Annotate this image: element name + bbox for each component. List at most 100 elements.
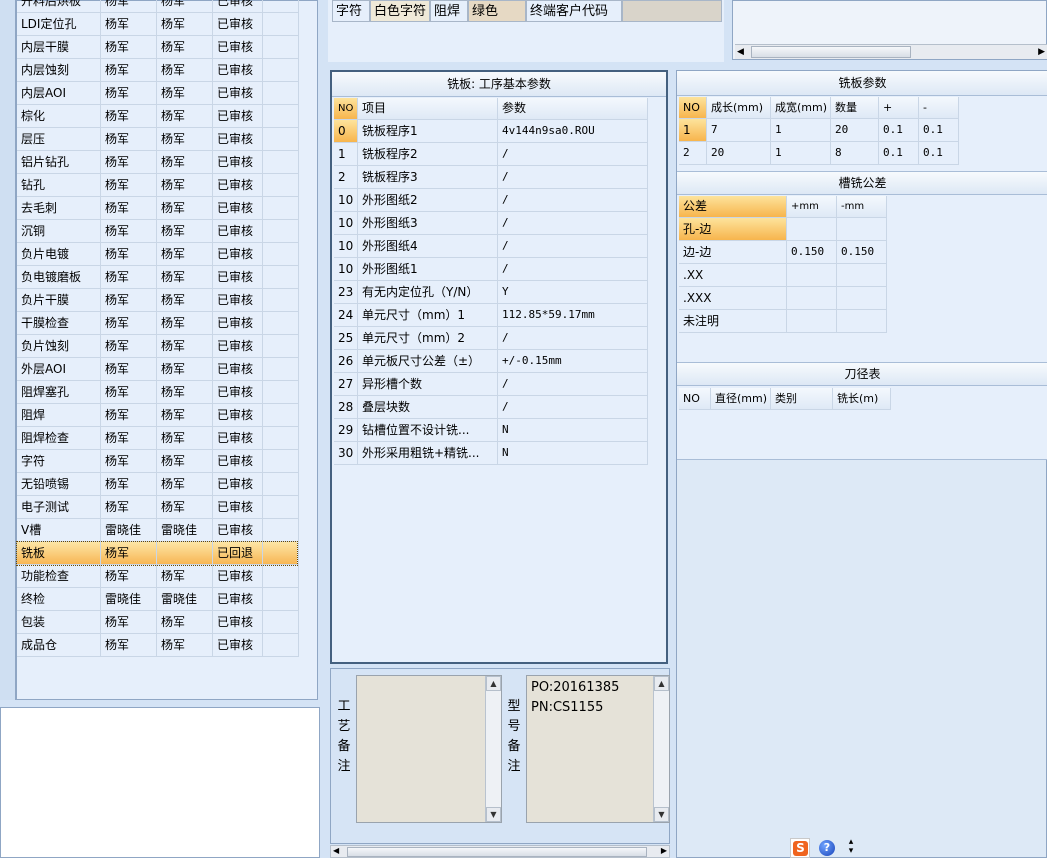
process-row[interactable]: 阻焊检查 杨军 杨军 已审核 — [17, 427, 299, 450]
process-row[interactable]: LDI定位孔 杨军 杨军 已审核 — [17, 13, 299, 36]
tolerance-cell[interactable] — [787, 287, 837, 310]
process-row[interactable]: 层压 杨军 杨军 已审核 — [17, 128, 299, 151]
header-param[interactable]: 参数 — [498, 98, 648, 120]
header-item[interactable]: 项目 — [358, 98, 498, 120]
tolerance-cell[interactable] — [837, 287, 887, 310]
process-row[interactable]: 去毛刺 杨军 杨军 已审核 — [17, 197, 299, 220]
tolerance-cell[interactable] — [837, 264, 887, 287]
sogou-ime-icon[interactable]: S — [790, 838, 810, 858]
process-row[interactable]: V槽 雷晓佳 雷晓佳 已审核 — [17, 519, 299, 542]
tolerance-header-cell[interactable]: +mm — [787, 196, 837, 218]
process-row[interactable]: 内层干膜 杨军 杨军 已审核 — [17, 36, 299, 59]
process-row[interactable]: 无铅喷锡 杨军 杨军 已审核 — [17, 473, 299, 496]
param-value-cell[interactable]: 112.85*59.17mm — [498, 304, 648, 327]
tolerance-header-cell[interactable]: 公差 — [679, 196, 787, 218]
milling-header-cell[interactable]: - — [919, 97, 959, 119]
param-row[interactable]: 24 单元尺寸（mm）1 112.85*59.17mm — [334, 304, 650, 327]
attribute-cell[interactable]: 阻焊 — [430, 0, 468, 22]
process-row[interactable]: 电子测试 杨军 杨军 已审核 — [17, 496, 299, 519]
param-row[interactable]: 10 外形图纸2/ — [334, 189, 650, 212]
param-row[interactable]: 27 异形槽个数 / — [334, 373, 650, 396]
milling-header-cell[interactable]: 成长(mm) — [707, 97, 771, 119]
param-value-cell[interactable]: 4v144n9sa0.ROU — [498, 120, 648, 143]
process-row[interactable]: 沉铜 杨军 杨军 已审核 — [17, 220, 299, 243]
param-value-cell[interactable]: / — [498, 212, 648, 235]
process-row[interactable]: 字符 杨军 杨军 已审核 — [17, 450, 299, 473]
bottom-horizontal-scrollbar[interactable]: ◀ ▶ — [330, 845, 670, 858]
help-icon[interactable]: ? — [818, 838, 838, 858]
param-value-cell[interactable]: / — [498, 235, 648, 258]
process-row[interactable]: 铝片钻孔 杨军 杨军 已审核 — [17, 151, 299, 174]
milling-header-cell[interactable]: NO — [679, 97, 707, 119]
param-value-cell[interactable]: / — [498, 327, 648, 350]
process-row[interactable]: 负片干膜 杨军 杨军 已审核 — [17, 289, 299, 312]
tool-header-cell[interactable]: NO — [679, 388, 711, 410]
process-row[interactable]: 负片电镀 杨军 杨军 已审核 — [17, 243, 299, 266]
tool-header-cell[interactable]: 铣长(m) — [833, 388, 891, 410]
process-row[interactable]: 铣板 杨军 已回退 — [16, 541, 299, 566]
tolerance-cell[interactable]: 孔-边 — [679, 218, 787, 241]
process-row[interactable]: 内层AOI 杨军 杨军 已审核 — [17, 82, 299, 105]
tolerance-cell[interactable]: 未注明 — [679, 310, 787, 333]
attribute-cell[interactable] — [622, 0, 722, 22]
milling-cell[interactable]: 0.1 — [879, 142, 919, 165]
tolerance-cell[interactable]: 0.150 — [787, 241, 837, 264]
tool-header-cell[interactable]: 直径(mm) — [711, 388, 771, 410]
milling-header-cell[interactable]: 成宽(mm) — [771, 97, 831, 119]
milling-cell[interactable]: 8 — [831, 142, 879, 165]
tolerance-cell[interactable] — [837, 218, 887, 241]
attribute-cell[interactable]: 白色字符 — [370, 0, 430, 22]
scroll-down-icon[interactable]: ▼ — [486, 807, 501, 822]
param-row[interactable]: 1 铣板程序2/ — [334, 143, 650, 166]
milling-cell[interactable]: 7 — [707, 119, 771, 142]
milling-cell[interactable]: 0.1 — [879, 119, 919, 142]
process-row[interactable]: 包装 杨军 杨军 已审核 — [17, 611, 299, 634]
scroll-thumb[interactable] — [751, 46, 911, 58]
scroll-down-icon[interactable]: ▼ — [654, 807, 669, 822]
scroll-thumb[interactable] — [347, 847, 647, 857]
model-note-textarea[interactable]: PO:20161385 PN:CS1155 ▲ ▼ — [526, 675, 670, 823]
more-icon[interactable]: ▴ ▾ — [844, 838, 858, 858]
tolerance-cell[interactable] — [787, 310, 837, 333]
scroll-up-icon[interactable]: ▲ — [486, 676, 501, 691]
tolerance-cell[interactable] — [787, 218, 837, 241]
model-note-scrollbar[interactable]: ▲ ▼ — [653, 676, 669, 822]
param-row[interactable]: 26 单元板尺寸公差（±） +/-0.15mm — [334, 350, 650, 373]
param-row[interactable]: 0 铣板程序1 4v144n9sa0.ROU — [334, 120, 650, 143]
process-row[interactable]: 功能检查 杨军 杨军 已审核 — [17, 565, 299, 588]
scroll-left-icon[interactable]: ◀ — [333, 846, 339, 855]
tolerance-cell[interactable] — [837, 310, 887, 333]
milling-cell[interactable]: 20 — [707, 142, 771, 165]
param-row[interactable]: 28 叠层块数 / — [334, 396, 650, 419]
milling-cell[interactable]: 20 — [831, 119, 879, 142]
process-row[interactable]: 外层AOI 杨军 杨军 已审核 — [17, 358, 299, 381]
param-row[interactable]: 25 单元尺寸（mm）2/ — [334, 327, 650, 350]
attribute-cell[interactable]: 字符 — [332, 0, 370, 22]
process-row[interactable]: 内层蚀刻 杨军 杨军 已审核 — [17, 59, 299, 82]
milling-cell[interactable]: 1 — [679, 119, 707, 142]
param-row[interactable]: 10 外形图纸3/ — [334, 212, 650, 235]
milling-cell[interactable]: 1 — [771, 142, 831, 165]
milling-cell[interactable]: 0.1 — [919, 119, 959, 142]
param-row[interactable]: 2 铣板程序3/ — [334, 166, 650, 189]
param-value-cell[interactable]: Y — [498, 281, 648, 304]
param-row[interactable]: 10 外形图纸1/ — [334, 258, 650, 281]
scroll-up-icon[interactable]: ▲ — [654, 676, 669, 691]
process-row[interactable]: 终检 雷晓佳 雷晓佳 已审核 — [17, 588, 299, 611]
attribute-cell[interactable]: 终端客户代码 — [526, 0, 622, 22]
process-row[interactable]: 棕化 杨军 杨军 已审核 — [17, 105, 299, 128]
scroll-left-icon[interactable]: ◀ — [737, 47, 744, 57]
scroll-right-icon[interactable]: ▶ — [661, 846, 667, 855]
process-note-textarea[interactable]: ▲ ▼ — [356, 675, 502, 823]
param-value-cell[interactable]: / — [498, 143, 648, 166]
attribute-cell[interactable]: 绿色 — [468, 0, 526, 22]
param-value-cell[interactable]: N — [498, 442, 648, 465]
param-value-cell[interactable]: / — [498, 189, 648, 212]
process-row[interactable]: 负片蚀刻 杨军 杨军 已审核 — [17, 335, 299, 358]
tolerance-cell[interactable]: .XXX — [679, 287, 787, 310]
tolerance-header-cell[interactable]: -mm — [837, 196, 887, 218]
milling-cell[interactable]: 2 — [679, 142, 707, 165]
process-note-scrollbar[interactable]: ▲ ▼ — [485, 676, 501, 822]
process-row[interactable]: 成品仓 杨军 杨军 已审核 — [17, 634, 299, 657]
param-value-cell[interactable]: / — [498, 396, 648, 419]
